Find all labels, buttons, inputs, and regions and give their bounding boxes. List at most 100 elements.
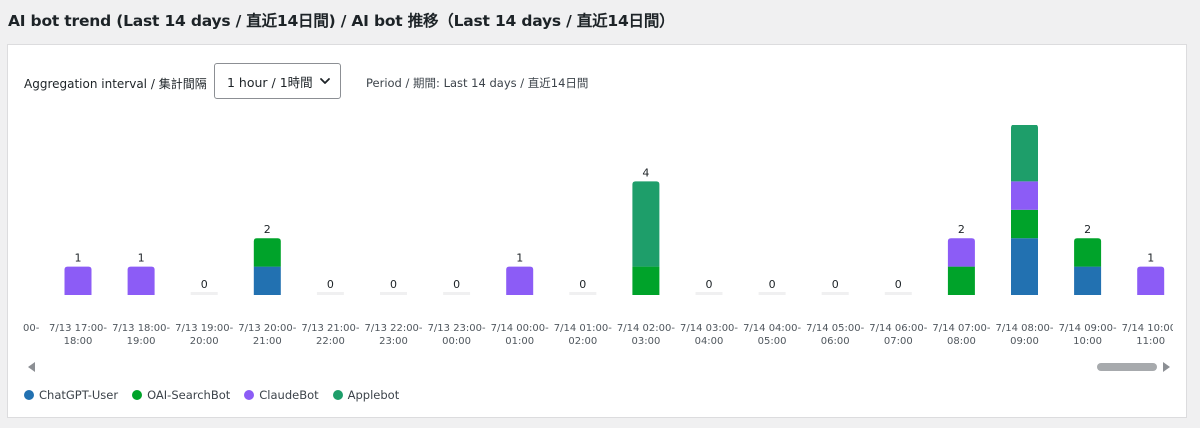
legend-label: OAI-SearchBot <box>147 388 231 402</box>
bar-segment-claudebot <box>947 238 975 267</box>
x-tick-label: 7/14 03:00- <box>680 323 738 334</box>
data-label: 1 <box>516 252 523 265</box>
x-tick-label-line2: 04:00 <box>695 336 724 347</box>
x-tick-label-line2: 19:00 <box>127 336 156 347</box>
x-tick-label-line2: 08:00 <box>947 336 976 347</box>
x-tick-label: 7/14 02:00- <box>617 323 675 334</box>
data-label: 2 <box>1084 223 1091 236</box>
data-label: 0 <box>201 278 208 291</box>
bar-segment-chatgpt-user <box>253 266 281 295</box>
x-tick-label: 7/14 05:00- <box>806 323 864 334</box>
data-label: 4 <box>642 166 649 179</box>
x-tick-label-line2: 00:00 <box>442 336 471 347</box>
legend-item[interactable]: ClaudeBot <box>244 388 319 402</box>
x-tick-label-line2: 11:00 <box>1136 336 1165 347</box>
x-tick-label: 7/14 04:00- <box>743 323 801 334</box>
x-tick-label: 7/13 23:00- <box>428 323 486 334</box>
legend-label: Applebot <box>347 388 400 402</box>
scroll-right-arrow-icon[interactable] <box>1163 362 1170 372</box>
data-label: 2 <box>958 223 965 236</box>
bar-empty <box>316 292 344 295</box>
bar-empty <box>190 292 218 295</box>
x-tick-label: 7/14 00:00- <box>491 323 549 334</box>
x-tick-label: 7/13 19:00- <box>175 323 233 334</box>
bar-segment-chatgpt-user <box>1074 266 1102 295</box>
bar-segment-applebot <box>632 181 660 267</box>
x-tick-label: 7/13 18:00- <box>112 323 170 334</box>
x-tick-label: 7/14 07:00- <box>932 323 990 334</box>
bar-segment-claudebot <box>1137 266 1165 295</box>
legend-swatch <box>132 390 143 400</box>
bar-segment-oai-searchbot <box>947 266 975 295</box>
x-tick-label: 7/14 08:00- <box>995 323 1053 334</box>
x-tick-label-line2: 05:00 <box>758 336 787 347</box>
legend-item[interactable]: OAI-SearchBot <box>132 388 230 402</box>
interval-select-value: 1 hour / 1時間 <box>227 74 313 90</box>
x-tick-label-line2: 18:00 <box>64 336 93 347</box>
bar-segment-oai-searchbot <box>1011 209 1038 239</box>
bar-empty <box>443 292 471 295</box>
x-tick-label: 7/13 17:00- <box>49 323 107 334</box>
x-tick-label: 7/13 20:00- <box>238 323 296 334</box>
x-tick-label-line2: 22:00 <box>316 336 345 347</box>
x-tick-label-line2: 06:00 <box>821 336 850 347</box>
x-tick-label-line2: 10:00 <box>1073 336 1102 347</box>
chevron-down-icon <box>320 78 330 84</box>
legend-item[interactable]: ChatGPT-User <box>24 388 118 402</box>
stacked-bar-chart: 00- 1 7/13 17:00- 18:00 1 7/13 18:00- 19:00 0 7/… <box>23 125 1173 347</box>
data-label: 1 <box>75 252 82 265</box>
data-label: 2 <box>264 223 271 236</box>
chart-area: 00- 1 7/13 17:00- 18:00 1 7/13 18:00- 19:00 0 7/… <box>23 125 1173 375</box>
bar-segment-applebot <box>1011 125 1038 182</box>
x-tick-label: 7/14 09:00- <box>1059 323 1117 334</box>
x-tick-label: 7/13 22:00- <box>364 323 422 334</box>
period-text: Period / 期間: Last 14 days / 直近14日間 <box>366 76 589 90</box>
x-tick-label-line2: 01:00 <box>505 336 534 347</box>
chart-panel: Aggregation interval / 集計間隔 1 hour / 1時間… <box>7 44 1187 418</box>
x-tick-label: 7/14 10:00- <box>1122 323 1173 334</box>
page-title: AI bot trend (Last 14 days / 直近14日間) / A… <box>8 12 675 30</box>
bar-empty <box>884 292 912 295</box>
bar-empty <box>821 292 849 295</box>
legend-swatch <box>332 390 343 400</box>
legend-swatch <box>24 390 34 400</box>
x-tick-label-partial: 00- <box>23 323 40 334</box>
bar-empty <box>569 292 597 295</box>
chart-scrollbar[interactable] <box>23 357 1173 377</box>
chart-legend: ChatGPT-User OAI-SearchBot ClaudeBot Appleb… <box>24 388 399 402</box>
legend-label: ChatGPT-User <box>39 388 119 402</box>
interval-label: Aggregation interval / 集計間隔 <box>24 77 207 91</box>
data-label: 0 <box>832 278 839 291</box>
interval-select[interactable]: 1 hour / 1時間 <box>214 63 341 99</box>
x-tick-label-line2: 07:00 <box>884 336 913 347</box>
x-tick-label: 7/14 01:00- <box>554 323 612 334</box>
bar-empty <box>695 292 723 295</box>
data-label: 0 <box>327 278 334 291</box>
x-tick-label-line2: 03:00 <box>631 336 660 347</box>
x-tick-label-line2: 23:00 <box>379 336 408 347</box>
bar-segment-claudebot <box>127 266 155 295</box>
bar-segment-oai-searchbot <box>1074 238 1102 267</box>
scrollbar-thumb[interactable] <box>1097 363 1157 371</box>
bar-segment-claudebot <box>64 266 92 295</box>
x-tick-label-line2: 02:00 <box>568 336 597 347</box>
bar-segment-claudebot <box>506 266 534 295</box>
legend-item[interactable]: Applebot <box>332 388 400 402</box>
legend-swatch <box>244 390 255 400</box>
x-tick-label-line2: 20:00 <box>190 336 219 347</box>
legend-label: ClaudeBot <box>259 388 319 402</box>
x-tick-label-line2: 21:00 <box>253 336 282 347</box>
data-label: 0 <box>769 278 776 291</box>
data-label: 0 <box>453 278 460 291</box>
bar-empty <box>380 292 407 295</box>
bar-segment-chatgpt-user <box>1011 238 1038 295</box>
data-label: 1 <box>1147 252 1154 265</box>
bar-segment-oai-searchbot <box>632 266 660 295</box>
bar-segment-oai-searchbot <box>253 238 281 267</box>
x-tick-label: 7/14 06:00- <box>869 323 927 334</box>
x-tick-label: 7/13 21:00- <box>301 323 359 334</box>
data-label: 0 <box>706 278 713 291</box>
data-label: 0 <box>390 278 397 291</box>
bar-empty <box>758 292 786 295</box>
scroll-left-arrow-icon[interactable] <box>28 362 35 372</box>
